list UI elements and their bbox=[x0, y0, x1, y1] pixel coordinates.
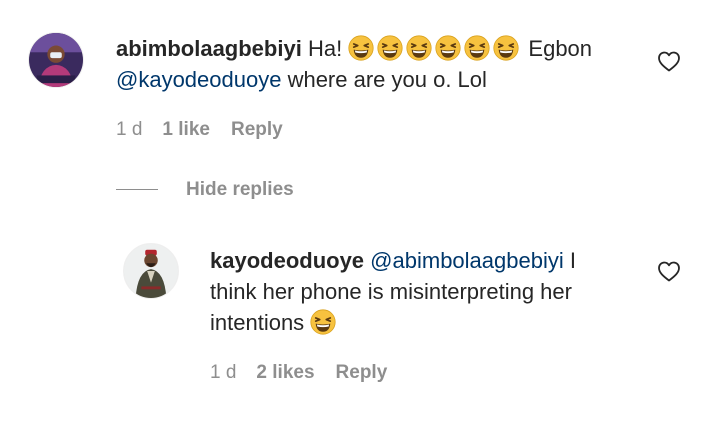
hide-replies-button[interactable]: Hide replies bbox=[186, 179, 294, 201]
comment-text-part: where are you o. Lol bbox=[281, 67, 487, 92]
comment-text: abimbolaagbebiyi Ha! Egbon @kayodeoduoye … bbox=[116, 33, 646, 95]
avatar[interactable] bbox=[28, 32, 84, 88]
comment-time[interactable]: 1 d bbox=[116, 119, 142, 141]
avatar[interactable] bbox=[123, 243, 179, 299]
laughing-emoji-icon bbox=[493, 35, 519, 61]
reply-likes[interactable]: 2 likes bbox=[256, 362, 314, 384]
comment-text-part: Egbon bbox=[522, 36, 593, 61]
comment-text-part: Ha! bbox=[301, 36, 349, 61]
reply-time[interactable]: 1 d bbox=[210, 362, 236, 384]
reply-mention[interactable]: @abimbolaagbebiyi bbox=[370, 248, 564, 273]
replies-divider bbox=[116, 189, 158, 190]
like-heart-icon[interactable] bbox=[657, 260, 681, 282]
reply-text-part: intentions bbox=[210, 310, 311, 335]
reply-text-part: I bbox=[563, 248, 576, 273]
reply-meta: 1 d 2 likes Reply bbox=[210, 362, 387, 384]
laughing-emoji-icon bbox=[435, 35, 461, 61]
comment-likes[interactable]: 1 like bbox=[162, 119, 210, 141]
like-heart-icon[interactable] bbox=[657, 50, 681, 72]
reply-username[interactable]: kayodeoduoye bbox=[210, 248, 364, 273]
reply-comment: kayodeoduoye @abimbolaagbebiyi I think h… bbox=[0, 230, 720, 400]
laughing-emoji-icon bbox=[310, 309, 336, 335]
reply-button[interactable]: Reply bbox=[231, 119, 283, 141]
reply-button[interactable]: Reply bbox=[336, 362, 388, 384]
reply-text: kayodeoduoye @abimbolaagbebiyi I think h… bbox=[210, 245, 650, 338]
laughing-emoji-icon bbox=[348, 35, 374, 61]
comment-username[interactable]: abimbolaagbebiyi bbox=[116, 36, 302, 61]
reply-text-part: think her phone is misinterpreting her bbox=[210, 279, 572, 304]
comment-mention[interactable]: @kayodeoduoye bbox=[116, 67, 281, 92]
laughing-emoji-icon bbox=[377, 35, 403, 61]
laughing-emoji-icon bbox=[464, 35, 490, 61]
comment-meta: 1 d 1 like Reply bbox=[116, 119, 283, 141]
comment: abimbolaagbebiyi Ha! Egbon @kayodeoduoye … bbox=[0, 0, 720, 160]
laughing-emoji-icon bbox=[406, 35, 432, 61]
